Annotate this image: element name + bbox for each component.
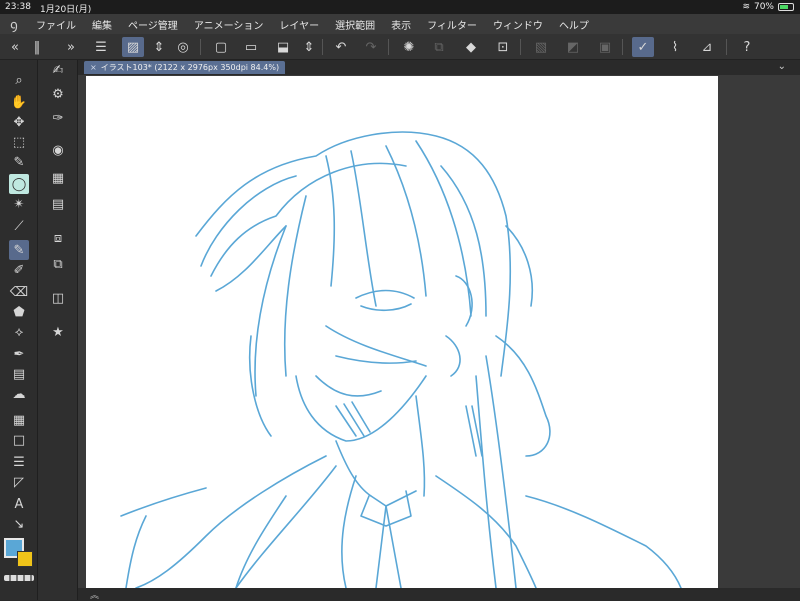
- menu-icon[interactable]: ☰: [90, 37, 112, 57]
- ruler-tool-icon[interactable]: ☰: [9, 452, 29, 472]
- document-tab-label: イラスト103* (2122 x 2976px 350dpi 84.4%): [100, 63, 280, 72]
- workspace: × イラスト103* (2122 x 2976px 350dpi 84.4%) ⌄: [78, 60, 800, 601]
- marker-icon[interactable]: ✒: [9, 344, 29, 364]
- menu-edit[interactable]: 編集: [84, 17, 120, 32]
- sub-tool-panel: ✍ ⚙ ✑ ◉ ▦ ▤ ⧈ ⧉ ◫ ★: [38, 60, 78, 600]
- blur-icon[interactable]: ☁: [9, 384, 29, 404]
- battery-icon: [778, 3, 794, 11]
- sub-color-swatch[interactable]: [17, 551, 33, 567]
- menu-layer[interactable]: レイヤー: [271, 17, 327, 32]
- up-down-icon-2[interactable]: ⇕: [298, 37, 320, 57]
- checker-icon[interactable]: ▦: [48, 168, 68, 188]
- clock: 23:38: [5, 2, 31, 12]
- layers-icon[interactable]: ⧉: [48, 254, 68, 274]
- text-icon[interactable]: A: [9, 494, 29, 514]
- gradient-icon[interactable]: ▤: [9, 364, 29, 384]
- magic-wand-icon[interactable]: ✴: [9, 194, 29, 214]
- pen-tool-icon[interactable]: ✎: [9, 240, 29, 260]
- copy-icon[interactable]: ⧉: [428, 37, 450, 57]
- frame-icon[interactable]: ▣: [594, 37, 616, 57]
- menu-window[interactable]: ウィンドウ: [485, 17, 551, 32]
- transparent-icon[interactable]: ◩: [562, 37, 584, 57]
- menu-bar: ꝯ ファイル 編集 ページ管理 アニメーション レイヤー 選択範囲 表示 フィル…: [0, 14, 800, 34]
- up-down-icon[interactable]: ⇕: [148, 37, 170, 57]
- new-file-icon[interactable]: ▢: [210, 37, 232, 57]
- battery-percent: 70%: [753, 2, 774, 12]
- pen-settings-icon[interactable]: ⚙: [48, 84, 68, 104]
- menu-help[interactable]: ヘルプ: [551, 17, 597, 32]
- menu-view[interactable]: 表示: [383, 17, 419, 32]
- canvas-icon[interactable]: ▨: [122, 37, 144, 57]
- film-icon[interactable]: ▤: [48, 194, 68, 214]
- menu-filter[interactable]: フィルター: [419, 17, 485, 32]
- undo-icon[interactable]: ↶: [330, 37, 352, 57]
- menu-animation[interactable]: アニメーション: [186, 17, 272, 32]
- expand-right-icon[interactable]: »: [60, 37, 82, 57]
- navigator-icon[interactable]: ◫: [48, 288, 68, 308]
- sketch-drawing: [120, 131, 682, 588]
- layer-property-icon[interactable]: ◉: [48, 140, 68, 160]
- collapse-up-icon[interactable]: ︽: [90, 588, 99, 601]
- drawing-canvas[interactable]: [86, 76, 718, 588]
- command-bar: « ‖ » ☰ ▨ ⇕ ◎ ▢ ▭ ⬓ ⇕ ↶ ↷ ✺ ⧉ ◆ ⊡ ▧ ◩ ▣ …: [0, 34, 800, 60]
- fill-icon[interactable]: ◆: [460, 37, 482, 57]
- spiral-icon[interactable]: ◎: [172, 37, 194, 57]
- help-icon[interactable]: ?: [736, 37, 758, 57]
- object-icon[interactable]: ⬚: [9, 132, 29, 152]
- document-tab-bar: × イラスト103* (2122 x 2976px 350dpi 84.4%) ⌄: [78, 60, 800, 75]
- blend-icon[interactable]: ⟡: [9, 322, 29, 342]
- lasso-icon[interactable]: ◯: [9, 174, 29, 194]
- bucket-icon[interactable]: ⬟: [9, 302, 29, 322]
- frame-tool-icon[interactable]: ◸: [9, 472, 29, 492]
- wifi-icon: ≋: [742, 2, 750, 12]
- hand-icon[interactable]: ✋: [9, 92, 29, 112]
- brush-icon[interactable]: ⌇: [664, 37, 686, 57]
- document-tab[interactable]: × イラスト103* (2122 x 2976px 350dpi 84.4%): [84, 61, 286, 74]
- redo-icon[interactable]: ↷: [360, 37, 382, 57]
- ruler-icon[interactable]: ⊿: [696, 37, 718, 57]
- pen-subtool-icon[interactable]: ✍: [48, 60, 68, 80]
- figure-icon[interactable]: □: [9, 430, 29, 450]
- palette-strip[interactable]: [4, 575, 34, 581]
- chevron-down-icon[interactable]: ⌄: [778, 61, 786, 72]
- save-icon[interactable]: ⬓: [272, 37, 294, 57]
- material-icon[interactable]: ★: [48, 322, 68, 342]
- eyedropper-icon[interactable]: ⟋: [9, 216, 29, 236]
- crop-icon[interactable]: ⊡: [492, 37, 514, 57]
- menu-page[interactable]: ページ管理: [120, 17, 186, 32]
- selection-icon[interactable]: ✺: [398, 37, 420, 57]
- eraser-icon[interactable]: ⌫: [9, 282, 29, 302]
- hide-icon[interactable]: ▧: [530, 37, 552, 57]
- collapse-left-icon[interactable]: «: [4, 37, 26, 57]
- ios-status-bar: 23:38 1月20日(月) ≋ 70%: [0, 0, 800, 15]
- balloon-icon[interactable]: ↘: [9, 514, 29, 534]
- tool-palette: ⌕ ✋ ✥ ⬚ ✎ ◯ ✴ ⟋ ✎ ✐ ⌫ ⬟ ⟡ ✒ ▤ ☁ ▦ □ ☰ ◸ …: [0, 60, 38, 600]
- close-icon[interactable]: ×: [90, 63, 97, 72]
- pen-select-icon[interactable]: ✎: [9, 152, 29, 172]
- pencil-icon[interactable]: ✐: [9, 260, 29, 280]
- zoom-icon[interactable]: ⌕: [9, 70, 29, 90]
- menu-selection[interactable]: 選択範囲: [327, 17, 383, 32]
- menu-file[interactable]: ファイル: [28, 17, 84, 32]
- layer-search-icon[interactable]: ⧈: [48, 228, 68, 248]
- workspace-bottom-bar: ︽: [78, 588, 800, 601]
- grip-icon[interactable]: ‖: [26, 37, 48, 57]
- move-icon[interactable]: ✥: [9, 112, 29, 132]
- gradient-fill-icon[interactable]: ▦: [9, 410, 29, 430]
- app-logo-icon[interactable]: ꝯ: [0, 15, 28, 33]
- pen-icon[interactable]: ✓: [632, 37, 654, 57]
- open-folder-icon[interactable]: ▭: [240, 37, 262, 57]
- pen-brush-icon[interactable]: ✑: [48, 108, 68, 128]
